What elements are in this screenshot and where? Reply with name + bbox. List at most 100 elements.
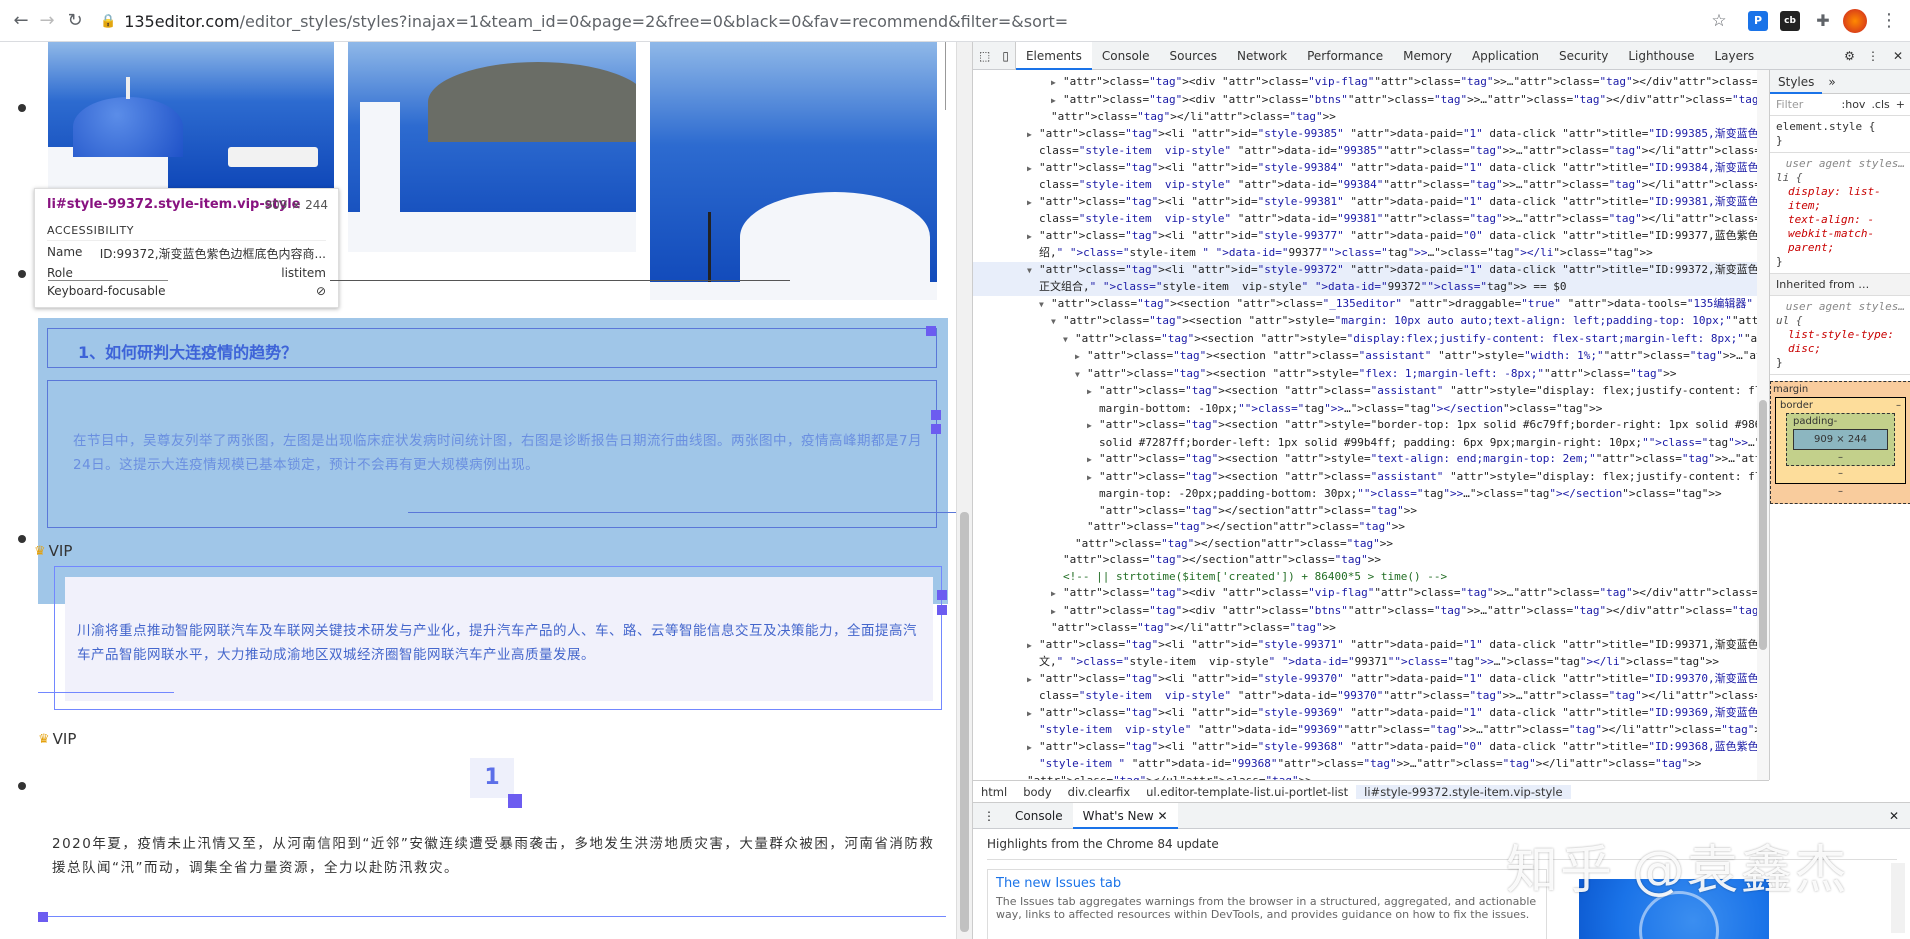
inspect-element-icon[interactable]: ⬚ — [973, 42, 996, 70]
dom-node-line[interactable]: ▶ "attr">class="tag"><li "attr">id="style… — [973, 671, 1757, 689]
expand-arrow-icon[interactable]: ▶ — [1087, 452, 1099, 469]
dom-node-line[interactable]: "attr">class="tag"></section"attr">class… — [973, 552, 1757, 569]
expand-arrow-icon[interactable]: ▶ — [1087, 418, 1099, 435]
dom-node-line[interactable]: ▶ "attr">class="tag"><section "attr">styl… — [973, 451, 1757, 469]
collapse-arrow-icon[interactable]: ▼ — [1075, 367, 1087, 384]
extensions-puzzle-icon[interactable]: ✚ — [1812, 10, 1834, 32]
dom-node-line[interactable]: 绍," ">class="style-item " ">data-id="993… — [973, 245, 1757, 262]
expand-arrow-icon[interactable]: ▶ — [1051, 586, 1063, 603]
expand-arrow-icon[interactable]: ▶ — [1087, 384, 1099, 401]
expand-arrow-icon[interactable]: ▶ — [1027, 195, 1039, 212]
cls-toggle[interactable]: .cls — [1871, 98, 1889, 111]
tab-application[interactable]: Application — [1462, 42, 1549, 70]
dom-node-line[interactable]: ▶ "attr">class="tag"><li "attr">id="style… — [973, 228, 1757, 246]
collapse-arrow-icon[interactable]: ▼ — [1063, 332, 1075, 349]
dom-node-line[interactable]: ▼ "attr">class="tag"><section "attr">styl… — [973, 366, 1757, 384]
dom-node-line[interactable]: ▼ "attr">class="tag"><section "attr">styl… — [973, 331, 1757, 349]
collapse-arrow-icon[interactable]: ▼ — [1027, 263, 1039, 280]
dom-node-line[interactable]: 文," ">class="style-item vip-style" ">dat… — [973, 654, 1757, 671]
dom-node-line[interactable]: "attr">class="tag"></section"attr">class… — [973, 503, 1757, 520]
browser-menu-icon[interactable]: ⋮ — [1878, 10, 1900, 32]
dom-node-line[interactable]: ▶ "attr">class="tag"><div "attr">class="b… — [973, 92, 1757, 110]
tab-layers[interactable]: Layers — [1704, 42, 1764, 70]
dom-node-line[interactable]: ▶ "attr">class="tag"><section "attr">styl… — [973, 417, 1757, 435]
elements-scrollbar[interactable] — [1757, 70, 1769, 780]
expand-arrow-icon[interactable]: ▶ — [1027, 229, 1039, 246]
settings-gear-icon[interactable]: ⚙ — [1838, 42, 1861, 70]
tab-lighthouse[interactable]: Lighthouse — [1618, 42, 1704, 70]
drawer-tab-whats-new[interactable]: What's New ✕ — [1072, 802, 1178, 829]
expand-arrow-icon[interactable]: ▶ — [1051, 75, 1063, 92]
expand-arrow-icon[interactable]: ▶ — [1051, 93, 1063, 110]
dom-node-line[interactable]: class="style-item vip-style" "attr">data… — [973, 688, 1757, 705]
reload-icon[interactable]: ↻ — [64, 10, 86, 32]
devtools-menu-icon[interactable]: ⋮ — [1861, 42, 1885, 70]
drawer-menu-icon[interactable]: ⋮ — [973, 809, 1005, 823]
avatar[interactable] — [1843, 9, 1867, 33]
close-tab-icon[interactable]: ✕ — [1158, 809, 1168, 823]
dom-node-line[interactable]: ▶ "attr">class="tag"><li "attr">id="style… — [973, 637, 1757, 655]
tab-performance[interactable]: Performance — [1297, 42, 1393, 70]
tab-sources[interactable]: Sources — [1160, 42, 1227, 70]
page-scrollbar-track[interactable] — [956, 42, 972, 939]
crumb-li-selected[interactable]: li#style-99372.style-item.vip-style — [1356, 784, 1571, 799]
crumb-div[interactable]: div.clearfix — [1060, 785, 1138, 799]
dom-node-line[interactable]: ▶ "attr">class="tag"><li "attr">id="style… — [973, 705, 1757, 723]
extension-p-icon[interactable]: P — [1748, 11, 1768, 31]
elements-scrollbar-thumb[interactable] — [1759, 400, 1767, 650]
expand-arrow-icon[interactable]: ▶ — [1027, 638, 1039, 655]
tab-console[interactable]: Console — [1092, 42, 1160, 70]
dom-node-line[interactable]: "attr">class="tag"></li"attr">class="tag… — [973, 620, 1757, 637]
dom-node-line[interactable]: class="style-item vip-style" "attr">data… — [973, 211, 1757, 228]
dom-node-selected[interactable]: 正文组合," ">class="style-item vip-style" ">… — [973, 279, 1757, 296]
dom-node-line[interactable]: ▶ "attr">class="tag"><div "attr">class="v… — [973, 74, 1757, 92]
dom-node-line[interactable]: ▼ "attr">class="tag"><section "attr">styl… — [973, 313, 1757, 331]
dom-node-line[interactable]: ▶ "attr">class="tag"><li "attr">id="style… — [973, 739, 1757, 757]
crumb-ul[interactable]: ul.editor-template-list.ui-portlet-list — [1138, 785, 1356, 799]
elements-tree[interactable]: ▶ "attr">class="tag"><div "attr">class="v… — [973, 70, 1757, 780]
dom-node-line[interactable]: ▶ "attr">class="tag"><section "attr">clas… — [973, 348, 1757, 366]
forward-icon[interactable]: → — [36, 10, 58, 32]
highlighted-style-item[interactable]: 1、如何研判大连疫情的趋势？ 在节目中，吴尊友列举了两张图，左图是出现临床症状发… — [34, 318, 956, 604]
element-style-rule[interactable]: element.style { — [1776, 120, 1905, 134]
dom-node-line[interactable]: "attr">class="tag"></ul"attr">class="tag… — [973, 773, 1757, 781]
expand-arrow-icon[interactable]: ▶ — [1075, 349, 1087, 366]
dom-node-line[interactable]: margin-top: -20px;padding-bottom: 30px;"… — [973, 486, 1757, 503]
dom-node-line[interactable]: margin-bottom: -10px;"">class="tag">>…">… — [973, 401, 1757, 418]
add-rule-icon[interactable]: + — [1896, 98, 1905, 111]
crumb-body[interactable]: body — [1015, 785, 1059, 799]
dom-node-line[interactable]: ▼ "attr">class="tag"><section "attr">clas… — [973, 296, 1757, 314]
issues-tab-card[interactable]: The new Issues tab The Issues tab aggreg… — [987, 869, 1547, 939]
drawer-scrollbar[interactable] — [1891, 863, 1905, 933]
tab-elements[interactable]: Elements — [1015, 41, 1092, 70]
crumb-html[interactable]: html — [973, 785, 1015, 799]
dom-node-line[interactable]: "attr">class="tag"></li"attr">class="tag… — [973, 109, 1757, 126]
dom-node-line[interactable]: <!-- || strtotime($item['created']) + 86… — [973, 569, 1757, 586]
dom-node-selected[interactable]: ▼ "attr">class="tag"><li "attr">id="style… — [973, 261, 1757, 280]
tab-styles[interactable]: Styles — [1770, 70, 1823, 94]
expand-arrow-icon[interactable]: ▶ — [1027, 127, 1039, 144]
back-icon[interactable]: ← — [10, 10, 32, 32]
tab-security[interactable]: Security — [1549, 42, 1618, 70]
dom-node-line[interactable]: class="style-item vip-style" "attr">data… — [973, 177, 1757, 194]
expand-arrow-icon[interactable]: ▶ — [1051, 604, 1063, 621]
dom-node-line[interactable]: ▶ "attr">class="tag"><div "attr">class="v… — [973, 585, 1757, 603]
hov-toggle[interactable]: :hov — [1842, 98, 1866, 111]
dom-node-line[interactable]: ▶ "attr">class="tag"><section "attr">clas… — [973, 469, 1757, 487]
dom-node-line[interactable]: "style-item " "attr">data-id="99368""att… — [973, 756, 1757, 773]
card2-frame[interactable]: 川渝将重点推动智能网联汽车及车联网关键技术研发与产业化，提升汽车产品的人、车、路… — [54, 566, 942, 710]
dom-node-line[interactable]: "style-item vip-style" "attr">data-id="9… — [973, 722, 1757, 739]
close-drawer-icon[interactable]: ✕ — [1877, 809, 1910, 823]
device-toggle-icon[interactable]: ▯ — [996, 41, 1016, 70]
dom-node-line[interactable]: ▶ "attr">class="tag"><div "attr">class="b… — [973, 603, 1757, 621]
expand-arrow-icon[interactable]: ▶ — [1027, 740, 1039, 757]
expand-arrow-icon[interactable]: ▶ — [1087, 470, 1099, 487]
dom-node-line[interactable]: "attr">class="tag"></section"attr">class… — [973, 536, 1757, 553]
dom-node-line[interactable]: solid #7287ff;border-left: 1px solid #99… — [973, 435, 1757, 452]
drawer-tab-console[interactable]: Console — [1005, 803, 1073, 829]
dom-node-line[interactable]: ▶ "attr">class="tag"><li "attr">id="style… — [973, 194, 1757, 212]
tab-network[interactable]: Network — [1227, 42, 1297, 70]
expand-arrow-icon[interactable]: ▶ — [1027, 161, 1039, 178]
collapse-arrow-icon[interactable]: ▼ — [1051, 314, 1063, 331]
collapse-arrow-icon[interactable]: ▼ — [1039, 297, 1051, 314]
